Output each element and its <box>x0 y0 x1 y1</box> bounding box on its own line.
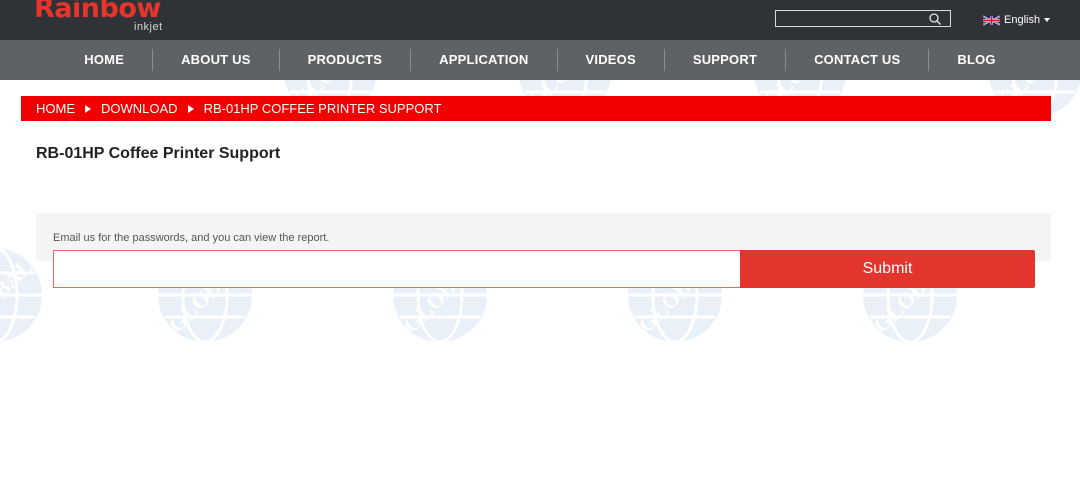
caret-right-icon <box>85 104 91 113</box>
logo[interactable]: Rainbow inkjet <box>34 0 174 38</box>
breadcrumb-download[interactable]: DOWNLOAD <box>101 101 178 116</box>
password-instructions: Email us for the passwords, and you can … <box>53 232 330 244</box>
password-input[interactable] <box>53 250 741 288</box>
nav-item-about-us[interactable]: ABOUT US <box>153 40 279 80</box>
main-nav: HOME ABOUT US PRODUCTS APPLICATION VIDEO… <box>0 40 1080 80</box>
breadcrumb-home[interactable]: HOME <box>36 101 75 116</box>
nav-item-contact-us[interactable]: CONTACT US <box>786 40 928 80</box>
breadcrumb-current: RB-01HP COFFEE PRINTER SUPPORT <box>203 101 442 116</box>
nav-item-blog[interactable]: BLOG <box>929 40 1023 80</box>
submit-button[interactable]: Submit <box>740 250 1035 288</box>
breadcrumb: HOME DOWNLOAD RB-01HP COFFEE PRINTER SUP… <box>21 96 1051 121</box>
nav-item-support[interactable]: SUPPORT <box>665 40 785 80</box>
chevron-down-icon <box>1044 18 1051 22</box>
logo-subtitle: inkjet <box>134 21 163 33</box>
svg-text:GLOBAL: GLOBAL <box>0 253 37 337</box>
nav-item-home[interactable]: HOME <box>56 40 152 80</box>
nav-item-videos[interactable]: VIDEOS <box>558 40 664 80</box>
search-icon[interactable] <box>928 12 942 26</box>
uk-flag-icon <box>983 14 1000 26</box>
top-bar: Rainbow inkjet English <box>0 0 1080 40</box>
search-input[interactable] <box>776 13 926 29</box>
caret-right-icon <box>187 104 194 113</box>
nav-item-application[interactable]: APPLICATION <box>411 40 556 80</box>
page-title: RB-01HP Coffee Printer Support <box>36 145 281 162</box>
language-label: English <box>1004 14 1041 26</box>
nav-item-products[interactable]: PRODUCTS <box>280 40 411 80</box>
search-box <box>775 10 951 29</box>
language-selector[interactable]: English <box>983 13 1051 27</box>
